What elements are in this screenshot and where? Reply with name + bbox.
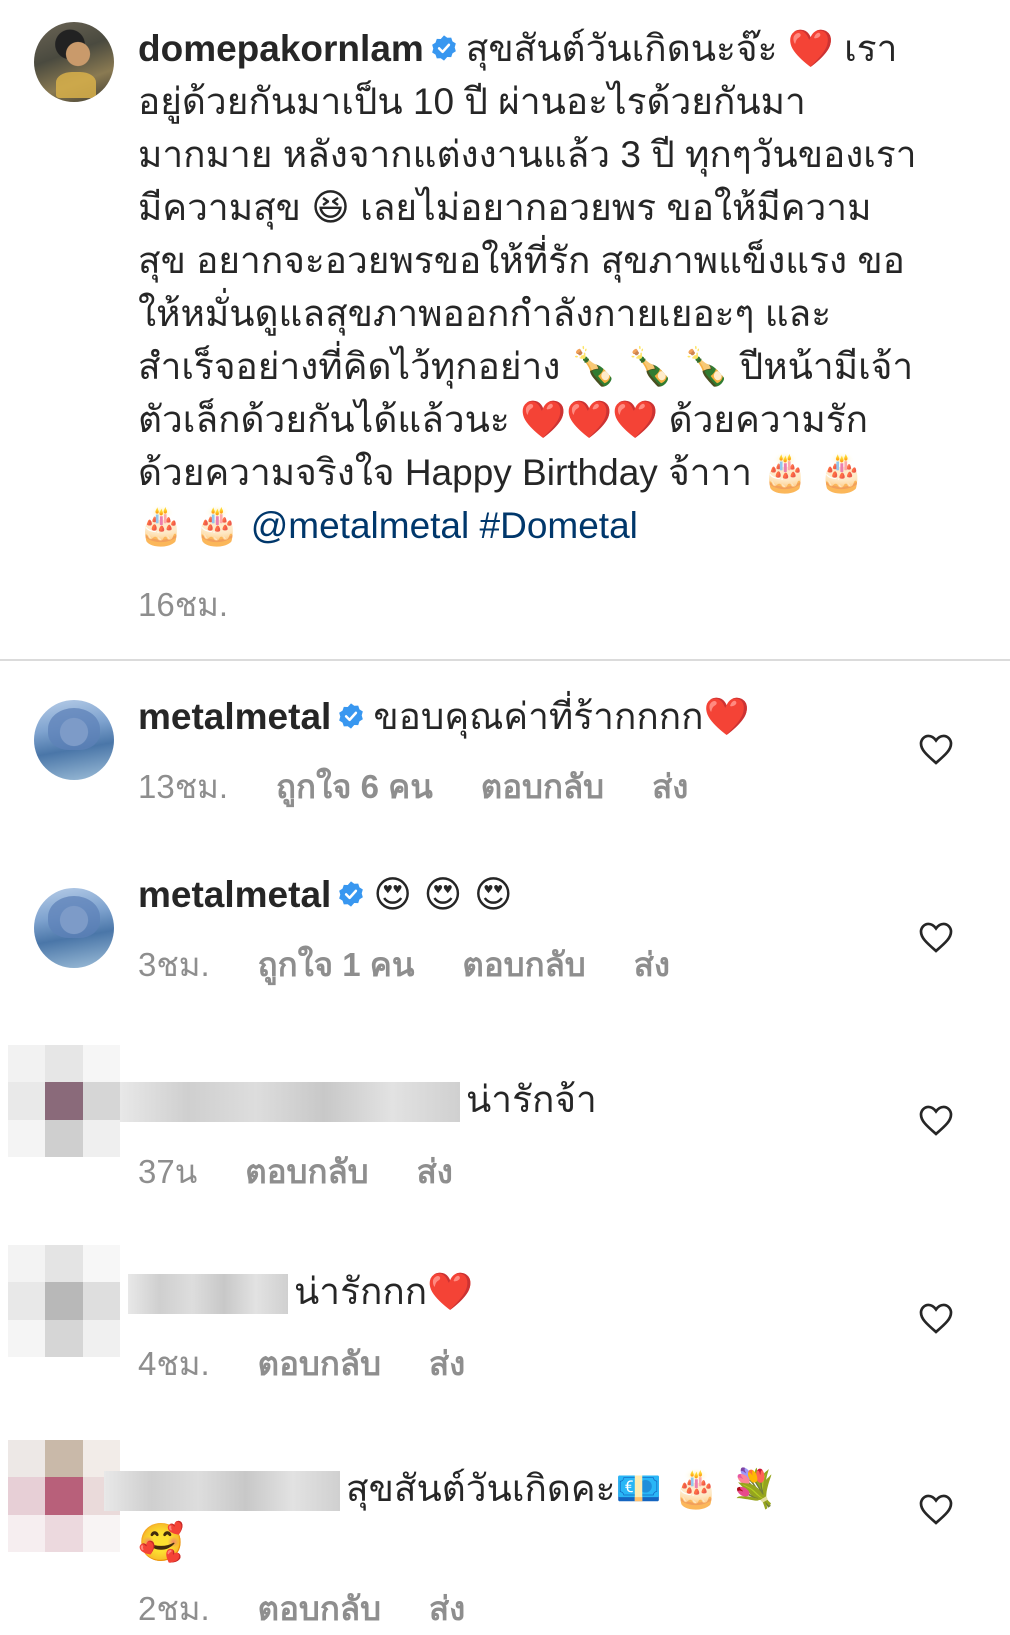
reply-button[interactable]: ตอบกลับ [462, 946, 585, 983]
smiling-hearts-emoji: 🥰 [138, 1521, 185, 1564]
comment-item: น่ารักกก❤️ 4ชม. ตอบกลับ ส่ง [0, 1245, 1010, 1382]
commenter-username[interactable] [120, 1082, 460, 1123]
heart-emoji: ❤️ [612, 398, 659, 441]
commenter-username[interactable]: metalmetal [138, 874, 331, 915]
comment-item: metalmetal 😍 😍 😍 3ชม. ถูกใจ 1 คน ตอบกลับ ส่ง [0, 868, 1010, 988]
comment-text: น่ารักกก [294, 1271, 428, 1312]
reply-button[interactable]: ตอบกลับ [258, 1345, 381, 1382]
comment-body: น่ารักจ้า [120, 1073, 597, 1126]
comment-body: สุขสันต์วันเกิดคะ💶 🎂 💐 [104, 1462, 777, 1515]
bottle-emoji: 🍾 [570, 345, 617, 388]
send-button[interactable]: ส่ง [429, 1345, 465, 1382]
send-button[interactable]: ส่ง [417, 1153, 453, 1190]
verified-badge-icon [431, 35, 456, 61]
comment-meta: 4ชม. ตอบกลับ ส่ง [138, 1337, 513, 1390]
commenter-avatar[interactable] [8, 1045, 120, 1157]
heart-emoji: ❤️ [566, 398, 613, 441]
comment-body: metalmetal 😍 😍 😍 [138, 868, 513, 921]
comment-likes-link[interactable]: ถูกใจ 6 คน [276, 768, 433, 805]
heart-emoji: ❤️ [787, 27, 834, 70]
like-heart-icon[interactable] [918, 920, 954, 954]
bottle-emoji: 🍾 [683, 345, 730, 388]
comment-text: สุขสันต์วันเกิดคะ [346, 1468, 616, 1509]
bottle-emoji: 🍾 [627, 345, 674, 388]
like-heart-icon[interactable] [918, 732, 954, 766]
cake-emoji: 🎂 [194, 504, 241, 547]
comment-likes-link[interactable]: ถูกใจ 1 คน [258, 946, 415, 983]
comment-meta: 2ชม. ตอบกลับ ส่ง [138, 1582, 513, 1635]
caption-line: ด้วยความจริงใจ Happy Birthday จ้าาา [138, 452, 763, 493]
comment-time: 2ชม. [138, 1590, 210, 1627]
comment-time: 37น [138, 1153, 198, 1190]
heart-emoji: ❤️ [703, 695, 750, 738]
reply-button[interactable]: ตอบกลับ [258, 1590, 381, 1627]
reply-button[interactable]: ตอบกลับ [481, 768, 604, 805]
caption-line: สำเร็จอย่างที่คิดไว้ทุกอย่าง [138, 346, 571, 387]
send-button[interactable]: ส่ง [652, 768, 688, 805]
caption-line: สุข อยากจะอวยพรขอให้ที่รัก สุขภาพแข็งแรง… [138, 240, 905, 281]
owner-avatar[interactable] [34, 22, 114, 102]
comment-item: สุขสันต์วันเกิดคะ💶 🎂 💐 🥰 2ชม. ตอบกลับ ส่ง [0, 1440, 1010, 1627]
caption-text: domepakornlam สุขสันต์วันเกิดนะจ๊ะ ❤️ เรา… [138, 22, 968, 552]
hashtag-link[interactable]: #Dometal [480, 505, 638, 546]
commenter-username[interactable] [128, 1274, 288, 1315]
comment-text: ขอบคุณค่าที่ร้ากกกก [373, 696, 704, 737]
caption-line: สุขสันต์วันเกิดนะจ๊ะ [465, 28, 788, 69]
heart-eyes-emoji: 😍 😍 😍 [373, 873, 513, 916]
comment-item: น่ารักจ้า 37น ตอบกลับ ส่ง [0, 1045, 1010, 1190]
caption-line: เลยไม่อยากอวยพร ขอให้มีความ [349, 187, 872, 228]
verified-badge-icon [339, 703, 364, 729]
comment-meta: 37น ตอบกลับ ส่ง [138, 1145, 501, 1198]
cake-emoji: 🎂 [138, 504, 185, 547]
comment-item: metalmetal ขอบคุณค่าที่ร้ากกกก❤️ 13ชม. ถูก… [0, 690, 1010, 810]
caption-line: ด้วยความรัก [658, 399, 869, 440]
commenter-avatar[interactable] [8, 1245, 120, 1357]
like-heart-icon[interactable] [918, 1103, 954, 1137]
reply-button[interactable]: ตอบกลับ [245, 1153, 368, 1190]
commenter-avatar[interactable] [34, 700, 114, 780]
post-timestamp: 16ชม. [138, 586, 229, 623]
post-caption: domepakornlam สุขสันต์วันเกิดนะจ๊ะ ❤️ เรา… [0, 0, 1010, 660]
comment-meta: 3ชม. ถูกใจ 1 คน ตอบกลับ ส่ง [138, 938, 718, 991]
commenter-avatar[interactable] [34, 888, 114, 968]
comment-body: น่ารักกก❤️ [128, 1265, 473, 1318]
owner-username[interactable]: domepakornlam [138, 28, 424, 69]
send-button[interactable]: ส่ง [429, 1590, 465, 1627]
divider [0, 659, 1010, 661]
heart-emoji: ❤️ [427, 1270, 474, 1313]
mention-link[interactable]: @metalmetal [251, 505, 470, 546]
comment-time: 3ชม. [138, 946, 210, 983]
comment-time: 13ชม. [138, 768, 229, 805]
caption-line: มากมาย หลังจากแต่งงานแล้ว 3 ปี ทุกๆวันขอ… [138, 134, 917, 175]
gift-emoji: 💶 🎂 💐 [615, 1467, 778, 1510]
cake-emoji: 🎂 [762, 451, 809, 494]
like-heart-icon[interactable] [918, 1492, 954, 1526]
send-button[interactable]: ส่ง [634, 946, 670, 983]
verified-badge-icon [339, 881, 364, 907]
like-heart-icon[interactable] [918, 1301, 954, 1335]
caption-line: มีความสุข [138, 187, 312, 228]
caption-line: อยู่ด้วยกันมาเป็น 10 ปี ผ่านอะไรด้วยกันม… [138, 81, 806, 122]
grin-emoji: 😆 [311, 186, 350, 229]
cake-emoji: 🎂 [818, 451, 865, 494]
caption-line: ปีหน้ามีเจ้า [729, 346, 914, 387]
commenter-username[interactable] [104, 1471, 340, 1512]
caption-line: ตัวเล็กด้วยกันได้แล้วนะ [138, 399, 521, 440]
comment-time: 4ชม. [138, 1345, 210, 1382]
comment-text: น่ารักจ้า [466, 1079, 597, 1120]
comment-body: metalmetal ขอบคุณค่าที่ร้ากกกก❤️ [138, 690, 750, 743]
commenter-username[interactable]: metalmetal [138, 696, 331, 737]
caption-line: ให้หมั่นดูแลสุขภาพออกกำลังกายเยอะๆ และ [138, 293, 832, 334]
heart-emoji: ❤️ [520, 398, 567, 441]
comment-meta: 13ชม. ถูกใจ 6 คน ตอบกลับ ส่ง [138, 760, 736, 813]
caption-line: เรา [833, 28, 898, 69]
comment-body-continued: 🥰 [138, 1516, 184, 1569]
